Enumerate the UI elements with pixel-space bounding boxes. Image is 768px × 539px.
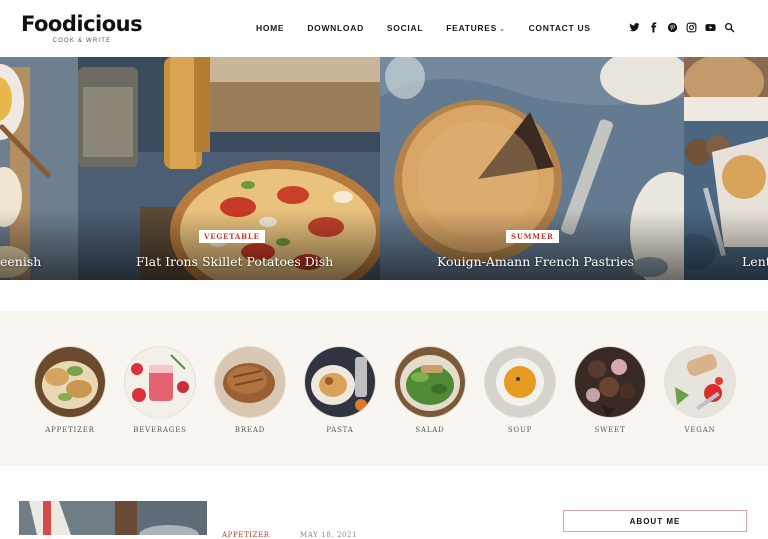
slide-title[interactable]: Kouign-Amann French Pastries bbox=[437, 254, 634, 269]
post-category[interactable]: APPETIZER bbox=[222, 531, 270, 539]
category-salad[interactable]: SALAD bbox=[394, 347, 466, 434]
nav-social[interactable]: SOCIAL bbox=[387, 23, 423, 33]
youtube-icon[interactable] bbox=[705, 22, 716, 33]
nav-contact-us[interactable]: CONTACT US bbox=[529, 23, 591, 33]
site-logo[interactable]: Foodicious COOK & WRITE bbox=[21, 12, 143, 44]
category-label: SALAD bbox=[415, 426, 445, 434]
nav-home[interactable]: HOME bbox=[256, 23, 284, 33]
slide-shade bbox=[78, 210, 380, 280]
social-icons bbox=[629, 22, 735, 33]
instagram-icon[interactable] bbox=[686, 22, 697, 33]
category-label: SWEET bbox=[594, 426, 626, 434]
category-vegan[interactable]: VEGAN bbox=[664, 347, 736, 434]
category-image bbox=[125, 347, 195, 417]
category-image bbox=[35, 347, 105, 417]
main-nav: HOME DOWNLOAD SOCIAL FEATURES ⌄ CONTACT U… bbox=[256, 23, 614, 33]
featured-slider[interactable]: eenish VEGETABLE Flat Irons Skillet Pota… bbox=[0, 57, 768, 280]
category-label: BREAD bbox=[234, 426, 266, 434]
twitter-icon[interactable] bbox=[629, 22, 640, 33]
category-image bbox=[305, 347, 375, 417]
category-beverages[interactable]: BEVERAGES bbox=[124, 347, 196, 434]
category-label: VEGAN bbox=[684, 426, 716, 434]
category-image bbox=[665, 347, 735, 417]
category-label: APPETIZER bbox=[45, 426, 95, 434]
category-label: SOUP bbox=[507, 426, 533, 434]
slide-title[interactable]: Flat Irons Skillet Potatoes Dish bbox=[136, 254, 333, 269]
category-label: PASTA bbox=[326, 426, 354, 434]
slide-item[interactable]: VEGETABLE Flat Irons Skillet Potatoes Di… bbox=[78, 57, 380, 280]
slide-item[interactable]: eenish bbox=[0, 57, 78, 280]
about-me-widget-title: ABOUT ME bbox=[563, 510, 747, 532]
category-soup[interactable]: SOUP bbox=[484, 347, 556, 434]
category-pasta[interactable]: PASTA bbox=[304, 347, 376, 434]
category-image bbox=[575, 347, 645, 417]
category-image bbox=[485, 347, 555, 417]
nav-features-label: FEATURES bbox=[446, 23, 497, 33]
site-title[interactable]: Foodicious bbox=[21, 12, 143, 36]
chevron-down-icon: ⌄ bbox=[499, 26, 506, 33]
site-tagline: COOK & WRITE bbox=[52, 38, 112, 44]
post-thumbnail[interactable] bbox=[19, 501, 207, 535]
slide-title[interactable]: Lent bbox=[742, 254, 768, 269]
category-image bbox=[215, 347, 285, 417]
category-sweet[interactable]: SWEET bbox=[574, 347, 646, 434]
category-strip: APPETIZER BEVERAGES BREAD PASTA SALAD SO… bbox=[0, 311, 768, 466]
post-date: MAY 18, 2021 bbox=[300, 531, 358, 539]
slide-item[interactable]: Lent bbox=[684, 57, 768, 280]
category-badge[interactable]: VEGETABLE bbox=[199, 230, 265, 243]
pinterest-icon[interactable] bbox=[667, 22, 678, 33]
search-icon[interactable] bbox=[724, 22, 735, 33]
slide-shade bbox=[380, 210, 684, 280]
nav-features[interactable]: FEATURES ⌄ bbox=[446, 23, 505, 33]
category-badge[interactable]: SUMMER bbox=[506, 230, 559, 243]
category-label: BEVERAGES bbox=[133, 426, 187, 434]
nav-download[interactable]: DOWNLOAD bbox=[307, 23, 364, 33]
site-header: Foodicious COOK & WRITE HOME DOWNLOAD SO… bbox=[0, 0, 768, 57]
category-image bbox=[395, 347, 465, 417]
slide-shade bbox=[0, 210, 78, 280]
slide-item[interactable]: SUMMER Kouign-Amann French Pastries bbox=[380, 57, 684, 280]
slide-title[interactable]: eenish bbox=[0, 254, 41, 269]
facebook-icon[interactable] bbox=[648, 22, 659, 33]
slide-shade bbox=[684, 210, 768, 280]
category-bread[interactable]: BREAD bbox=[214, 347, 286, 434]
category-appetizer[interactable]: APPETIZER bbox=[34, 347, 106, 434]
